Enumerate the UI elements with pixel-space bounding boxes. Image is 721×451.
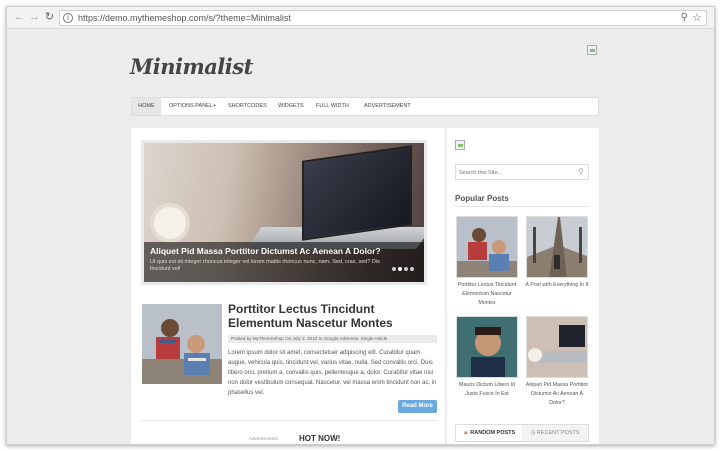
popular-post-title[interactable]: Aliquet Pid Massa Porttitor Dictumst Ac … bbox=[525, 381, 589, 408]
sidebar: ⚲ Popular Posts Porttitor Lectus Tincidu… bbox=[447, 128, 599, 444]
popular-post[interactable]: Mauris Dictum Libero Id Justo Fusce In E… bbox=[455, 316, 519, 399]
divider bbox=[455, 206, 589, 207]
broken-image-icon bbox=[587, 45, 597, 55]
browser-window: ← → ↻ i https://demo.mythemeshop.com/s/?… bbox=[6, 6, 715, 445]
search-input[interactable] bbox=[459, 168, 569, 177]
popular-post-title[interactable]: Mauris Dictum Libero Id Justo Fusce In E… bbox=[455, 381, 519, 399]
main-menu: Home Options Panel+ Shortcodes Widgets F… bbox=[131, 97, 599, 116]
read-more-button[interactable]: Read More bbox=[398, 400, 437, 413]
tab-label: Random Posts bbox=[470, 430, 516, 436]
web-page: Minimalist Home Options Panel+ Shortcode… bbox=[7, 30, 714, 444]
post-meta: Posted by MyThemeShop On July 2, 2010 In… bbox=[228, 335, 437, 343]
browser-toolbar: ← → ↻ i https://demo.mythemeshop.com/s/?… bbox=[7, 7, 714, 29]
slider-image-laptop-screen bbox=[302, 145, 412, 241]
url-text[interactable]: https://demo.mythemeshop.com/s/?theme=Mi… bbox=[78, 13, 291, 23]
popular-post-thumbnail[interactable] bbox=[456, 316, 518, 378]
slider-caption: Aliquet Pid Massa Porttitor Dictumst Ac … bbox=[144, 242, 424, 282]
zoom-icon[interactable]: ⚲ bbox=[681, 12, 688, 23]
menu-item-advertisement[interactable]: Advertisement bbox=[358, 98, 417, 115]
hot-now-heading: HOT NOW! bbox=[299, 434, 341, 443]
post-excerpt: Lorem ipsum dolor sit amet, consectetuer… bbox=[228, 350, 437, 396]
tab-recent-posts[interactable]: ◷ Recent Posts bbox=[522, 425, 588, 441]
search-icon[interactable]: ⚲ bbox=[578, 167, 584, 176]
address-bar[interactable]: i https://demo.mythemeshop.com/s/?theme=… bbox=[59, 10, 707, 26]
info-icon[interactable]: i bbox=[63, 13, 73, 23]
clock-icon: ◷ bbox=[530, 430, 536, 436]
tab-label: Recent Posts bbox=[536, 430, 580, 436]
back-icon[interactable]: ← bbox=[13, 11, 26, 24]
divider bbox=[141, 420, 437, 421]
tab-random-posts[interactable]: ▲ Random Posts bbox=[456, 425, 522, 441]
featured-slider[interactable]: Aliquet Pid Massa Porttitor Dictumst Ac … bbox=[141, 140, 427, 285]
popular-post-title[interactable]: A Post with Everything In It bbox=[525, 281, 589, 290]
menu-item-options-panel[interactable]: Options Panel+ bbox=[163, 98, 222, 115]
menu-item-full-width[interactable]: Full Width bbox=[310, 98, 355, 115]
post-thumbnail[interactable] bbox=[142, 304, 222, 384]
menu-item-widgets[interactable]: Widgets bbox=[272, 98, 310, 115]
popular-post-thumbnail[interactable] bbox=[526, 216, 588, 278]
slider-dots bbox=[390, 258, 414, 276]
slider-image-cup bbox=[150, 203, 190, 243]
slider-description: Ut quis est sit integer rhoncus integer … bbox=[150, 259, 380, 272]
slider-dot[interactable] bbox=[392, 267, 396, 271]
popular-post[interactable]: Aliquet Pid Massa Porttitor Dictumst Ac … bbox=[525, 316, 589, 408]
menu-item-home[interactable]: Home bbox=[132, 98, 161, 115]
site-logo[interactable]: Minimalist bbox=[130, 54, 253, 79]
post-title[interactable]: Porttitor Lectus Tincidunt Elementum Nas… bbox=[228, 302, 433, 330]
menu-item-shortcodes[interactable]: Shortcodes bbox=[222, 98, 273, 115]
slider-title[interactable]: Aliquet Pid Massa Porttitor Dictumst Ac … bbox=[150, 246, 418, 257]
broken-image-icon bbox=[455, 140, 465, 150]
slider-dot[interactable] bbox=[398, 267, 402, 271]
reload-icon[interactable]: ↻ bbox=[43, 11, 56, 24]
flame-icon: ▲ bbox=[462, 430, 469, 436]
forward-icon[interactable]: → bbox=[28, 11, 41, 24]
bookmark-star-icon[interactable]: ☆ bbox=[692, 11, 702, 24]
popular-posts-heading: Popular Posts bbox=[455, 194, 509, 203]
popular-post-title[interactable]: Porttitor Lectus Tincidunt Elementum Nas… bbox=[455, 281, 519, 308]
popular-post-thumbnail[interactable] bbox=[456, 216, 518, 278]
advertisement-label: Advertisement bbox=[249, 436, 278, 441]
search-box: ⚲ bbox=[455, 164, 589, 180]
popular-post[interactable]: Porttitor Lectus Tincidunt Elementum Nas… bbox=[455, 216, 519, 308]
main-content: Aliquet Pid Massa Porttitor Dictumst Ac … bbox=[131, 128, 445, 444]
slider-dot[interactable] bbox=[410, 267, 414, 271]
posts-tabs: ▲ Random Posts ◷ Recent Posts bbox=[455, 424, 589, 442]
popular-post[interactable]: A Post with Everything In It bbox=[525, 216, 589, 290]
slider-dot[interactable] bbox=[404, 267, 408, 271]
popular-post-thumbnail[interactable] bbox=[526, 316, 588, 378]
